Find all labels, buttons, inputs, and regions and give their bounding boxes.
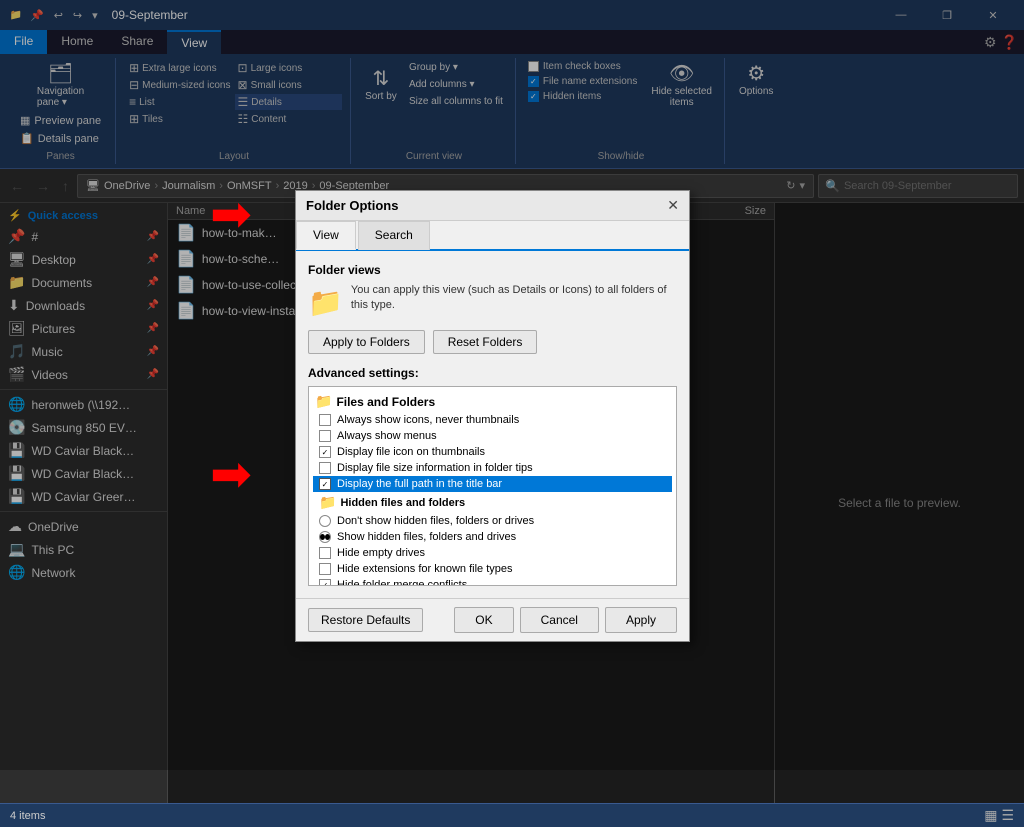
hide-folder-merge-item[interactable]: ✓ Hide folder merge conflicts: [313, 577, 672, 586]
item-count: 4 items: [10, 810, 45, 822]
folder-views-desc: 📁 You can apply this view (such as Detai…: [308, 283, 677, 322]
dialog-footer: Restore Defaults OK Cancel Apply: [296, 598, 689, 641]
files-and-folders-section: 📁 Files and Folders: [313, 391, 672, 412]
cancel-btn[interactable]: Cancel: [520, 607, 599, 633]
hide-empty-drives-label: Hide empty drives: [337, 547, 425, 559]
apply-btn[interactable]: Apply: [605, 607, 677, 633]
view-toggle: ▦ ☰: [984, 807, 1014, 824]
apply-to-folders-btn[interactable]: Apply to Folders: [308, 330, 425, 354]
reset-folders-btn[interactable]: Reset Folders: [433, 330, 538, 354]
ok-btn[interactable]: OK: [454, 607, 513, 633]
display-full-path-cb: ✓: [319, 478, 331, 490]
display-file-icon-item[interactable]: ✓ Display file icon on thumbnails: [313, 444, 672, 460]
restore-defaults-btn[interactable]: Restore Defaults: [308, 608, 423, 632]
dialog-tabs: View Search: [296, 221, 689, 251]
hide-empty-drives-item[interactable]: Hide empty drives: [313, 545, 672, 561]
dont-show-hidden-item[interactable]: Don't show hidden files, folders or driv…: [313, 513, 672, 529]
show-hidden-label: Show hidden files, folders and drives: [337, 531, 516, 543]
hide-folder-merge-cb: ✓: [319, 579, 331, 586]
dialog-title-bar: Folder Options ✕: [296, 191, 689, 221]
display-file-size-item[interactable]: Display file size information in folder …: [313, 460, 672, 476]
advanced-settings-list[interactable]: 📁 Files and Folders Always show icons, n…: [308, 386, 677, 586]
always-show-icons-cb: [319, 414, 331, 426]
dont-show-hidden-rb: [319, 515, 331, 527]
folder-options-dialog: Folder Options ✕ View Search Folder view…: [295, 190, 690, 642]
arrow-1: ➡: [210, 185, 252, 243]
display-file-size-cb: [319, 462, 331, 474]
always-show-icons-label: Always show icons, never thumbnails: [337, 414, 519, 426]
folder-views-description: You can apply this view (such as Details…: [351, 283, 677, 314]
folder-views-label: Folder views: [308, 263, 677, 277]
grid-view-icon[interactable]: ▦: [984, 807, 997, 824]
always-show-menus-label: Always show menus: [337, 430, 437, 442]
hide-extensions-cb: [319, 563, 331, 575]
dialog-tab-search[interactable]: Search: [358, 221, 430, 250]
status-bar: 4 items ▦ ☰: [0, 803, 1024, 827]
hidden-files-section: 📁 Hidden files and folders: [313, 492, 672, 513]
display-full-path-item[interactable]: ✓ Display the full path in the title bar: [313, 476, 672, 492]
hide-extensions-item[interactable]: Hide extensions for known file types: [313, 561, 672, 577]
hide-folder-merge-label: Hide folder merge conflicts: [337, 579, 467, 586]
display-file-size-label: Display file size information in folder …: [337, 462, 533, 474]
dialog-title-text: Folder Options: [306, 198, 398, 213]
always-show-menus-item[interactable]: Always show menus: [313, 428, 672, 444]
dialog-action-buttons: OK Cancel Apply: [454, 607, 677, 633]
show-hidden-rb: [319, 531, 331, 543]
hidden-files-label: Hidden files and folders: [340, 497, 465, 509]
always-show-menus-cb: [319, 430, 331, 442]
advanced-settings-label: Advanced settings:: [308, 366, 677, 380]
always-show-icons-item[interactable]: Always show icons, never thumbnails: [313, 412, 672, 428]
list-view-icon[interactable]: ☰: [1001, 807, 1014, 824]
hide-extensions-label: Hide extensions for known file types: [337, 563, 512, 575]
show-hidden-item[interactable]: Show hidden files, folders and drives: [313, 529, 672, 545]
section-folder-icon: 📁: [315, 393, 332, 410]
folder-views-icon: 📁: [308, 283, 343, 322]
dont-show-hidden-label: Don't show hidden files, folders or driv…: [337, 515, 534, 527]
dialog-body: Folder views 📁 You can apply this view (…: [296, 251, 689, 598]
dialog-tab-view[interactable]: View: [296, 221, 356, 250]
arrow-2: ➡: [210, 445, 252, 503]
display-file-icon-cb: ✓: [319, 446, 331, 458]
display-full-path-label: Display the full path in the title bar: [337, 478, 502, 490]
hidden-files-icon: 📁: [319, 494, 336, 511]
display-file-icon-label: Display file icon on thumbnails: [337, 446, 485, 458]
folder-buttons: Apply to Folders Reset Folders: [308, 330, 677, 354]
hide-empty-drives-cb: [319, 547, 331, 559]
dialog-close-btn[interactable]: ✕: [667, 197, 679, 214]
section-label: Files and Folders: [336, 395, 435, 409]
